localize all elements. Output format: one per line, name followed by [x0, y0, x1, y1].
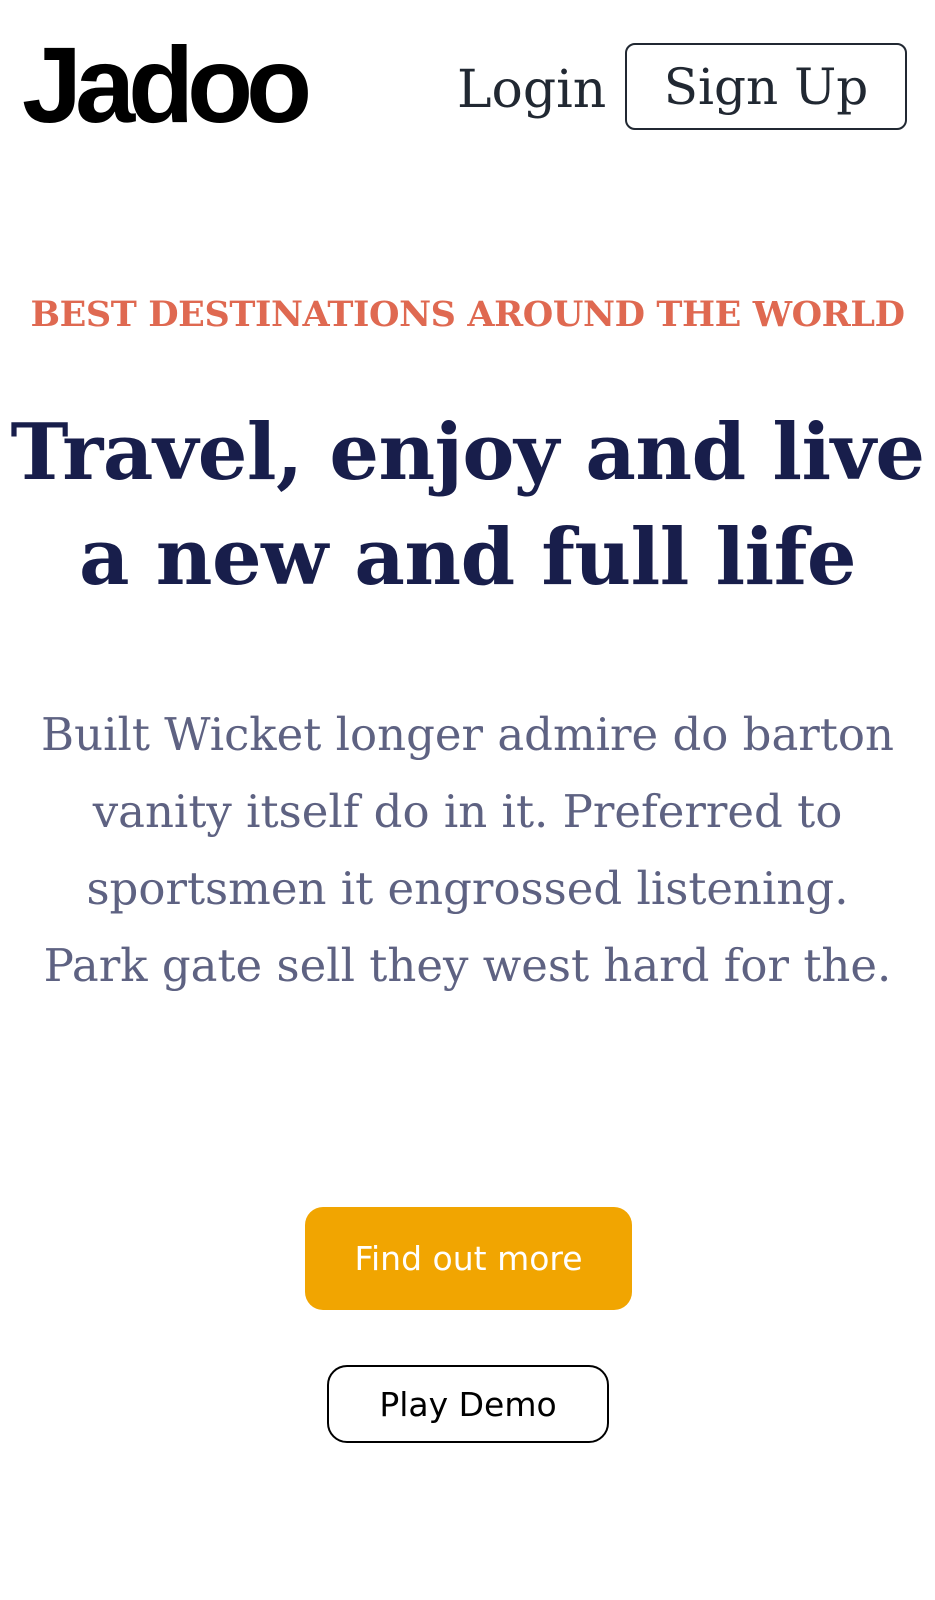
logo[interactable]: Jadoo: [22, 30, 312, 140]
hero-headline: Travel, enjoy and live a new and full li…: [10, 407, 925, 603]
hero-eyebrow: BEST DESTINATIONS AROUND THE WORLD: [30, 294, 905, 335]
hero-description: Built Wicket longer admire do barton van…: [41, 708, 894, 992]
site-header: Jadoo Login Sign Up: [0, 0, 935, 180]
hero-section: BEST DESTINATIONS AROUND THE WORLD Trave…: [0, 290, 935, 1004]
login-link[interactable]: Login: [457, 58, 606, 122]
signup-button[interactable]: Sign Up: [625, 43, 907, 130]
find-out-more-button[interactable]: Find out more: [305, 1207, 632, 1310]
play-demo-button[interactable]: Play Demo: [327, 1365, 609, 1443]
